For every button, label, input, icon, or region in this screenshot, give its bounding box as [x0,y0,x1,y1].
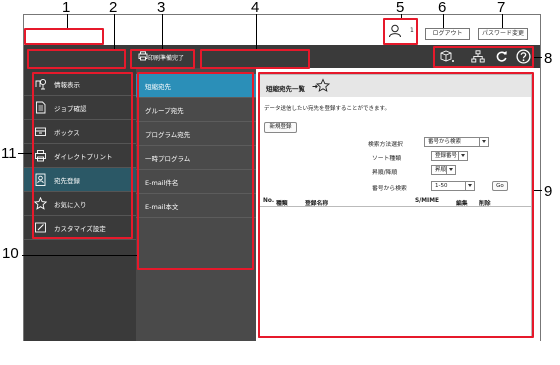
callout-number-11: 11 [1,145,17,162]
callout-line-2 [114,14,115,49]
callout-line-10 [22,255,137,256]
callout-number-1: 1 [62,0,71,16]
callout-box-2 [27,49,126,69]
change-password-button[interactable]: パスワード変更 [478,28,528,40]
callout-number-7: 7 [497,0,506,16]
callout-line-6 [443,14,444,28]
callout-box-3 [130,49,195,69]
callout-number-10: 10 [2,245,19,262]
callout-number-5: 5 [396,0,405,16]
logout-button[interactable]: ログアウト [425,28,470,40]
callout-number-2: 2 [109,0,118,16]
callout-box-8 [433,46,534,68]
callout-box-4 [200,49,310,69]
callout-number-9: 9 [544,183,553,200]
callout-line-4 [256,14,257,49]
callout-box-11 [32,72,133,239]
callout-line-3 [162,14,163,49]
callout-line-8 [534,57,542,58]
callout-number-6: 6 [438,0,447,16]
callout-number-3: 3 [157,0,166,16]
callout-box-5 [383,18,418,45]
callout-number-4: 4 [251,0,260,16]
callout-line-9 [534,190,542,191]
callout-box-10 [137,72,254,270]
callout-line-1 [67,14,68,28]
callout-line-7 [502,14,503,28]
callout-number-8: 8 [544,50,553,67]
callout-box-9 [258,72,534,338]
callout-box-1 [24,28,104,45]
callout-line-11 [18,153,32,154]
